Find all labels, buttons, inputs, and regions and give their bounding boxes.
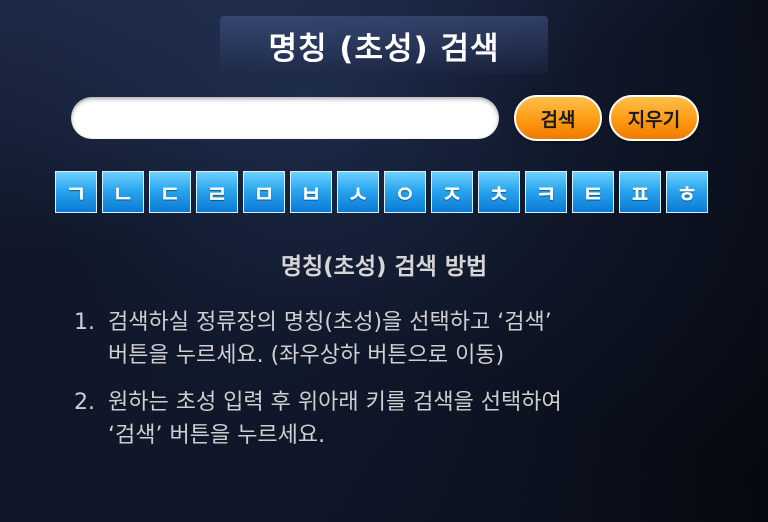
key-hieut[interactable]: ㅎ bbox=[666, 171, 708, 213]
title-bar: 명칭 (초성) 검색 bbox=[220, 16, 548, 74]
help-item-number: 2. bbox=[74, 390, 95, 415]
key-pieup[interactable]: ㅍ bbox=[619, 171, 661, 213]
clear-button[interactable]: 지우기 bbox=[609, 95, 699, 141]
key-rieul[interactable]: ㄹ bbox=[196, 171, 238, 213]
help-item-number: 1. bbox=[74, 310, 95, 335]
key-bieup[interactable]: ㅂ bbox=[290, 171, 332, 213]
help-title: 명칭(초성) 검색 방법 bbox=[280, 254, 488, 280]
key-tieut[interactable]: ㅌ bbox=[572, 171, 614, 213]
search-button[interactable]: 검색 bbox=[514, 95, 602, 141]
help-item-text: 원하는 초성 입력 후 위아래 키를 검색을 선택하여 ‘검색’ 버튼을 누르세… bbox=[108, 386, 724, 452]
key-giyeok[interactable]: ㄱ bbox=[55, 171, 97, 213]
help-item-line: 원하는 초성 입력 후 위아래 키를 검색을 선택하여 bbox=[108, 390, 562, 415]
key-mieum[interactable]: ㅁ bbox=[243, 171, 285, 213]
key-siot[interactable]: ㅅ bbox=[337, 171, 379, 213]
help-item-text: 검색하실 정류장의 명칭(초성)을 선택하고 ‘검색’ 버튼을 누르세요. (좌… bbox=[108, 306, 724, 372]
key-kieuk[interactable]: ㅋ bbox=[525, 171, 567, 213]
search-button-label: 검색 bbox=[540, 108, 576, 131]
help-item-line: 검색하실 정류장의 명칭(초성)을 선택하고 ‘검색’ bbox=[108, 310, 552, 335]
key-chieut[interactable]: ㅊ bbox=[478, 171, 520, 213]
help-item-line: 버튼을 누르세요. (좌우상하 버튼으로 이동) bbox=[108, 343, 505, 368]
help-item-line: ‘검색’ 버튼을 누르세요. bbox=[108, 423, 326, 448]
key-ieung[interactable]: ㅇ bbox=[384, 171, 426, 213]
clear-button-label: 지우기 bbox=[627, 108, 681, 131]
page-title: 명칭 (초성) 검색 bbox=[268, 30, 500, 67]
key-nieun[interactable]: ㄴ bbox=[102, 171, 144, 213]
help-item: 2. 원하는 초성 입력 후 위아래 키를 검색을 선택하여 ‘검색’ 버튼을 … bbox=[74, 386, 724, 452]
search-input[interactable] bbox=[71, 97, 499, 139]
help-item: 1. 검색하실 정류장의 명칭(초성)을 선택하고 ‘검색’ 버튼을 누르세요.… bbox=[74, 306, 724, 372]
consonant-keypad: ㄱ ㄴ ㄷ ㄹ ㅁ ㅂ ㅅ ㅇ ㅈ ㅊ ㅋ ㅌ ㅍ ㅎ bbox=[55, 171, 708, 213]
help-list: 1. 검색하실 정류장의 명칭(초성)을 선택하고 ‘검색’ 버튼을 누르세요.… bbox=[74, 306, 724, 466]
key-digeut[interactable]: ㄷ bbox=[149, 171, 191, 213]
key-jieut[interactable]: ㅈ bbox=[431, 171, 473, 213]
